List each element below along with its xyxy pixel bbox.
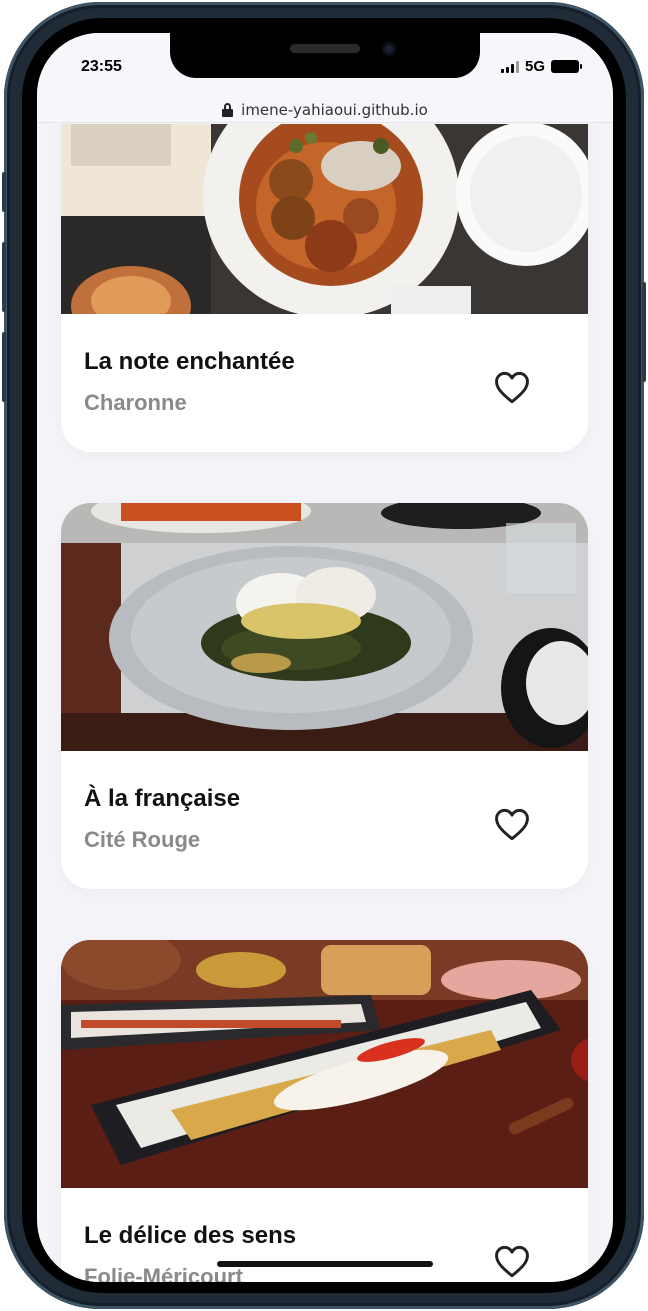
heart-outline-icon [495,371,529,404]
card-info: La note enchantée Charonne [61,314,588,452]
front-camera [382,42,396,56]
phone-screen: 23:55 5G imene-yahiaoui.github.io La not… [37,33,613,1282]
status-indicators: 5G [500,58,582,75]
heart-outline-icon [495,808,529,841]
dish-photo-fish-platter [61,940,588,1188]
battery-icon [551,60,582,73]
restaurant-name: La note enchantée [84,348,295,375]
restaurant-card[interactable]: Le délice des sens Folie-Méricourt [61,940,588,1282]
favorite-button[interactable] [493,807,531,841]
dish-photo-meatballs [61,124,588,314]
favorite-button[interactable] [493,370,531,404]
network-type: 5G [524,58,545,75]
dish-photo-eggs-benedict [61,503,588,751]
earpiece-speaker [290,44,360,53]
restaurant-photo [61,940,588,1188]
volume-down-button [2,332,6,402]
power-button [642,282,646,382]
volume-up-button [2,242,6,312]
favorite-button[interactable] [493,1244,531,1278]
restaurant-feed[interactable]: La note enchantée Charonne À la français… [37,124,613,1282]
url-text: imene-yahiaoui.github.io [241,100,428,119]
restaurant-name: Le délice des sens [84,1222,297,1249]
restaurant-area: Cité Rouge [84,827,201,852]
card-info: À la française Cité Rouge [61,751,588,889]
home-indicator[interactable] [217,1261,433,1267]
heart-outline-icon [495,1245,529,1278]
restaurant-card[interactable]: À la française Cité Rouge [61,503,588,889]
card-info: Le délice des sens Folie-Méricourt [61,1188,588,1282]
restaurant-card[interactable]: La note enchantée Charonne [61,124,588,452]
lock-icon [222,102,234,117]
notch [170,33,480,78]
restaurant-area: Charonne [84,390,187,415]
status-time: 23:55 [81,58,122,75]
restaurant-name: À la française [84,785,241,812]
signal-icon [500,60,519,73]
restaurant-photo [61,124,588,314]
restaurant-photo [61,503,588,751]
address-bar[interactable]: imene-yahiaoui.github.io [37,97,613,123]
silent-switch [2,172,6,212]
